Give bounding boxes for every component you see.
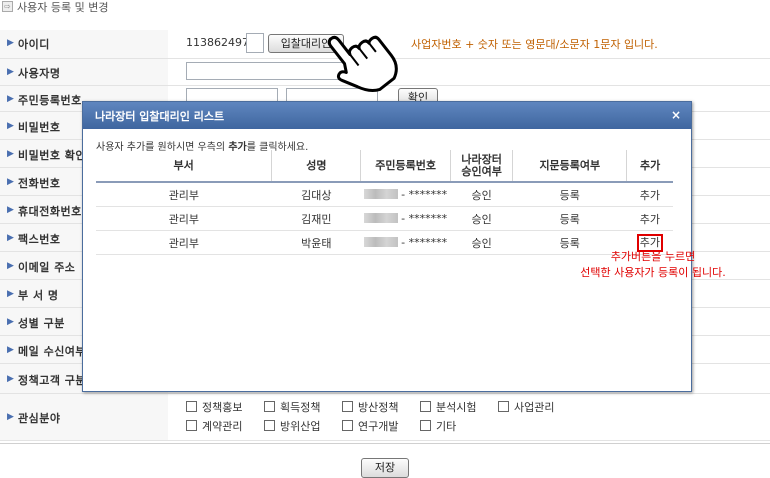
checkbox[interactable]: [264, 420, 275, 431]
cell-dept: 관리부: [96, 230, 272, 255]
save-button[interactable]: 저장: [361, 458, 409, 478]
bullet-icon: ▶: [7, 345, 14, 355]
label-interest: 관심분야: [18, 412, 61, 425]
blurred-rrn: [364, 189, 399, 199]
label-name: 사용자명: [18, 67, 61, 80]
bullet-icon: ▶: [7, 412, 14, 422]
label-rrn: 주민등록번호: [18, 94, 82, 107]
bullet-icon: ▶: [7, 317, 14, 327]
id-note: 사업자번호 + 숫자 또는 영문대/소문자 1문자 입니다.: [411, 38, 658, 51]
interest-option[interactable]: 정책홍보: [186, 399, 242, 415]
interest-option[interactable]: 기타: [420, 418, 456, 434]
table-row: 관리부 김재민 - ******* 승인 등록 추가: [96, 206, 673, 231]
interest-option[interactable]: 계약관리: [186, 418, 242, 434]
bullet-icon: ▶: [7, 121, 14, 131]
interest-option[interactable]: 연구개발: [342, 418, 398, 434]
label-policy-customer: 정책고객 구분: [18, 374, 87, 387]
bullet-icon: ▶: [7, 233, 14, 243]
cell-rrn: - *******: [360, 182, 451, 207]
cell-name: 김재민: [271, 206, 361, 231]
pointing-hand-icon: [327, 35, 398, 92]
interest-option[interactable]: 방위산업: [264, 418, 320, 434]
bullet-icon: ▶: [7, 67, 14, 77]
bullet-icon: ▶: [7, 38, 14, 48]
table-header: 부서 성명 주민등록번호 나라장터 승인여부 지문등록여부 추가: [96, 150, 673, 183]
col-name: 성명: [271, 150, 361, 183]
bullet-icon: ▶: [7, 205, 14, 215]
label-password: 비밀번호: [18, 121, 61, 134]
cell-fingerprint: 등록: [512, 206, 627, 231]
bullet-icon: ▶: [7, 149, 14, 159]
cell-fingerprint: 등록: [512, 182, 627, 207]
label-email: 이메일 주소: [18, 261, 76, 274]
label-mobile: 휴대전화번호: [18, 205, 82, 218]
modal-title: 나라장터 입찰대리인 리스트: [95, 110, 225, 123]
interest-option[interactable]: 사업관리: [498, 399, 554, 415]
cell-approval: 승인: [450, 182, 513, 207]
label-id: 아이디: [18, 38, 50, 51]
checkbox[interactable]: [186, 420, 197, 431]
label-mail-receive: 메일 수신여부: [18, 345, 87, 358]
callout-text: 추가버튼을 누르면 선택한 사용자가 등록이 됩니다.: [580, 250, 726, 279]
bullet-icon: ▶: [7, 94, 14, 104]
bullet-icon: ▶: [7, 177, 14, 187]
cell-name: 박윤태: [271, 230, 361, 255]
table-row: 관리부 김대상 - ******* 승인 등록 추가: [96, 182, 673, 207]
label-password-confirm: 비밀번호 확인: [18, 149, 87, 162]
label-phone: 전화번호: [18, 177, 61, 190]
blurred-rrn: [364, 237, 399, 247]
page-title: 사용자 등록 및 변경: [17, 1, 109, 14]
add-link[interactable]: 추가: [626, 182, 673, 207]
close-icon[interactable]: ×: [671, 108, 681, 122]
add-link[interactable]: 추가: [626, 206, 673, 231]
col-rrn: 주민등록번호: [360, 150, 451, 183]
col-approval: 나라장터 승인여부: [449, 150, 513, 183]
id-suffix-input[interactable]: [246, 33, 264, 53]
interest-option[interactable]: 방산정책: [342, 399, 398, 415]
checkbox[interactable]: [186, 401, 197, 412]
cell-approval: 승인: [450, 206, 513, 231]
cell-name: 김대상: [271, 182, 361, 207]
label-gender: 성별 구분: [18, 317, 65, 330]
checkbox[interactable]: [264, 401, 275, 412]
interest-option[interactable]: 분석시험: [420, 399, 476, 415]
agent-table: 부서 성명 주민등록번호 나라장터 승인여부 지문등록여부 추가 관리부 김대상…: [96, 150, 673, 255]
label-fax: 팩스번호: [18, 233, 61, 246]
label-dept: 부 서 명: [18, 289, 59, 302]
bullet-icon: ▶: [7, 289, 14, 299]
checkbox[interactable]: [420, 401, 431, 412]
interest-option[interactable]: 획득정책: [264, 399, 320, 415]
bullet-icon: ▶: [7, 261, 14, 271]
col-fingerprint: 지문등록여부: [512, 150, 627, 183]
checkbox[interactable]: [342, 401, 353, 412]
col-dept: 부서: [96, 150, 272, 183]
checkbox[interactable]: [420, 420, 431, 431]
checkbox[interactable]: [498, 401, 509, 412]
blurred-rrn: [364, 213, 399, 223]
modal-header: 나라장터 입찰대리인 리스트 ×: [83, 102, 691, 129]
save-area: 저장: [0, 443, 770, 478]
cell-approval: 승인: [450, 230, 513, 255]
bid-agent-modal: 나라장터 입찰대리인 리스트 × 사용자 추가를 원하시면 우측의 추가를 클릭…: [82, 101, 726, 392]
arrow-icon: ⇨: [2, 1, 13, 12]
row-interest: ▶ 관심분야 정책홍보 획득정책 방산정책 분석시험 사업관리 계약관리 방위산업…: [0, 394, 770, 441]
bullet-icon: ▶: [7, 374, 14, 384]
cell-rrn: - *******: [360, 206, 451, 231]
col-add: 추가: [626, 150, 673, 183]
cell-rrn: - *******: [360, 230, 451, 255]
checkbox[interactable]: [342, 420, 353, 431]
cell-dept: 관리부: [96, 182, 272, 207]
cell-dept: 관리부: [96, 206, 272, 231]
